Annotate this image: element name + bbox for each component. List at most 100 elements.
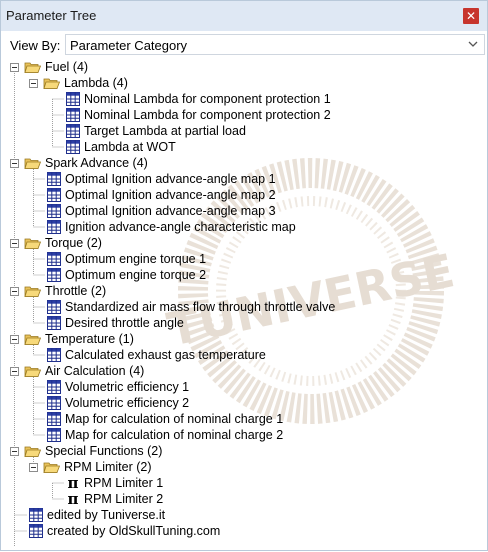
map-table-icon	[47, 380, 61, 394]
tree-leaf-throttle-item[interactable]: Standardized air mass flow through throt…	[47, 299, 335, 315]
map-table-icon	[47, 220, 61, 234]
folder-open-icon	[24, 60, 42, 74]
tree-leaf-rpm-item[interactable]: π RPM Limiter 2	[66, 490, 164, 508]
tree-item-label: Standardized air mass flow through throt…	[65, 300, 336, 314]
tree-item-label: Torque (2)	[45, 236, 102, 250]
parameter-tree: Fuel (4) Lambda (4) Nominal Lambda for com…	[1, 58, 487, 552]
tree-node-torque[interactable]: Torque (2)	[10, 235, 102, 251]
view-by-value: Parameter Category	[70, 38, 188, 53]
folder-open-icon	[24, 332, 42, 346]
tree-node-special-functions[interactable]: Special Functions (2)	[10, 443, 162, 459]
tree-item-label: Map for calculation of nominal charge 2	[65, 428, 284, 442]
map-table-icon	[47, 412, 61, 426]
title-bar: Parameter Tree ✕	[1, 1, 487, 32]
map-table-icon	[47, 204, 61, 218]
map-table-icon	[47, 268, 61, 282]
map-table-icon	[47, 316, 61, 330]
map-table-icon	[29, 508, 43, 522]
folder-open-icon	[24, 236, 42, 250]
map-table-icon	[66, 108, 80, 122]
tree-item-label: Lambda (4)	[64, 76, 128, 90]
tree-item-label: Special Functions (2)	[45, 444, 163, 458]
tree-item-label: RPM Limiter (2)	[64, 460, 152, 474]
close-icon[interactable]: ✕	[463, 8, 479, 24]
view-by-select[interactable]: Parameter Category	[65, 34, 485, 55]
map-table-icon	[66, 140, 80, 154]
map-table-icon	[66, 124, 80, 138]
tree-item-label: Spark Advance (4)	[45, 156, 148, 170]
tree-item-label: Throttle (2)	[45, 284, 107, 298]
tree-item-label: Desired throttle angle	[65, 316, 184, 330]
folder-open-icon	[24, 284, 42, 298]
parameter-tree-panel: Parameter Tree ✕ View By: Parameter Cate…	[0, 0, 488, 551]
tree-leaf-lambda-item[interactable]: Nominal Lambda for component protection …	[66, 91, 331, 107]
view-by-label: View By:	[10, 38, 61, 53]
tree-leaf-throttle-item[interactable]: Desired throttle angle	[47, 315, 184, 331]
tree-leaf-temperature-item[interactable]: Calculated exhaust gas temperature	[47, 347, 266, 363]
tree-leaf-root-item[interactable]: created by OldSkullTuning.com	[29, 523, 220, 539]
tree-leaf-spark-item[interactable]: Optimal Ignition advance-angle map 1	[47, 171, 276, 187]
tree-leaf-spark-item[interactable]: Optimal Ignition advance-angle map 3	[47, 203, 276, 219]
collapse-toggle-icon[interactable]	[29, 78, 38, 88]
tree-item-label: Target Lambda at partial load	[84, 124, 246, 138]
tree-leaf-root-item[interactable]: edited by Tuniverse.it	[29, 507, 165, 523]
tree-item-label: Optimum engine torque 2	[65, 268, 207, 282]
pi-constant-icon: π	[67, 490, 79, 508]
collapse-toggle-icon[interactable]	[10, 446, 19, 456]
tree-node-throttle[interactable]: Throttle (2)	[10, 283, 106, 299]
tree-leaf-torque-item[interactable]: Optimum engine torque 2	[47, 267, 206, 283]
window-title: Parameter Tree	[6, 8, 97, 23]
tree-leaf-air-item[interactable]: Map for calculation of nominal charge 2	[47, 427, 283, 443]
collapse-toggle-icon[interactable]	[10, 158, 19, 168]
collapse-toggle-icon[interactable]	[10, 334, 19, 344]
tree-node-air-calculation[interactable]: Air Calculation (4)	[10, 363, 144, 379]
tree-leaf-lambda-item[interactable]: Target Lambda at partial load	[66, 123, 246, 139]
tree-node-temperature[interactable]: Temperature (1)	[10, 331, 134, 347]
tree-item-label: Map for calculation of nominal charge 1	[65, 412, 284, 426]
folder-open-icon	[43, 460, 61, 474]
tree-leaf-air-item[interactable]: Volumetric efficiency 2	[47, 395, 189, 411]
tree-leaf-lambda-item[interactable]: Nominal Lambda for component protection …	[66, 107, 331, 123]
tree-item-label: Volumetric efficiency 2	[65, 396, 190, 410]
tree-leaf-rpm-item[interactable]: π RPM Limiter 1	[66, 474, 164, 492]
collapse-toggle-icon[interactable]	[10, 286, 19, 296]
map-table-icon	[47, 188, 61, 202]
tree-leaf-air-item[interactable]: Volumetric efficiency 1	[47, 379, 189, 395]
tree-item-label: Ignition advance-angle characteristic ma…	[65, 220, 296, 234]
tree-item-label: Volumetric efficiency 1	[65, 380, 190, 394]
tree-item-label: created by OldSkullTuning.com	[47, 524, 221, 538]
tree-leaf-spark-item[interactable]: Optimal Ignition advance-angle map 2	[47, 187, 276, 203]
tree-leaf-torque-item[interactable]: Optimum engine torque 1	[47, 251, 206, 267]
tree-item-label: Optimal Ignition advance-angle map 1	[65, 172, 276, 186]
map-table-icon	[47, 172, 61, 186]
pi-constant-icon: π	[67, 474, 79, 492]
tree-item-label: edited by Tuniverse.it	[47, 508, 166, 522]
collapse-toggle-icon[interactable]	[10, 62, 19, 72]
tree-item-label: Nominal Lambda for component protection …	[84, 108, 331, 122]
tree-item-label: Temperature (1)	[45, 332, 134, 346]
folder-open-icon	[24, 156, 42, 170]
tree-item-label: RPM Limiter 1	[84, 476, 164, 490]
tree-leaf-air-item[interactable]: Map for calculation of nominal charge 1	[47, 411, 283, 427]
tree-item-label: Optimal Ignition advance-angle map 2	[65, 188, 276, 202]
tree-leaf-lambda-item[interactable]: Lambda at WOT	[66, 139, 176, 155]
map-table-icon	[47, 252, 61, 266]
tree-item-label: Fuel (4)	[45, 60, 89, 74]
map-table-icon	[29, 524, 43, 538]
map-table-icon	[47, 348, 61, 362]
collapse-toggle-icon[interactable]	[10, 366, 19, 376]
tree-item-label: Optimal Ignition advance-angle map 3	[65, 204, 276, 218]
map-table-icon	[47, 300, 61, 314]
map-table-icon	[47, 428, 61, 442]
collapse-toggle-icon[interactable]	[10, 238, 19, 248]
tree-item-label: RPM Limiter 2	[84, 492, 164, 506]
tree-item-label: Calculated exhaust gas temperature	[65, 348, 266, 362]
tree-node-spark-advance[interactable]: Spark Advance (4)	[10, 155, 148, 171]
tree-node-fuel[interactable]: Fuel (4)	[10, 59, 88, 75]
tree-leaf-spark-item[interactable]: Ignition advance-angle characteristic ma…	[47, 219, 296, 235]
tree-node-rpm-limiter[interactable]: RPM Limiter (2)	[29, 459, 152, 475]
tree-node-lambda[interactable]: Lambda (4)	[29, 75, 128, 91]
collapse-toggle-icon[interactable]	[29, 462, 38, 472]
folder-open-icon	[24, 364, 42, 378]
folder-open-icon	[43, 76, 61, 90]
